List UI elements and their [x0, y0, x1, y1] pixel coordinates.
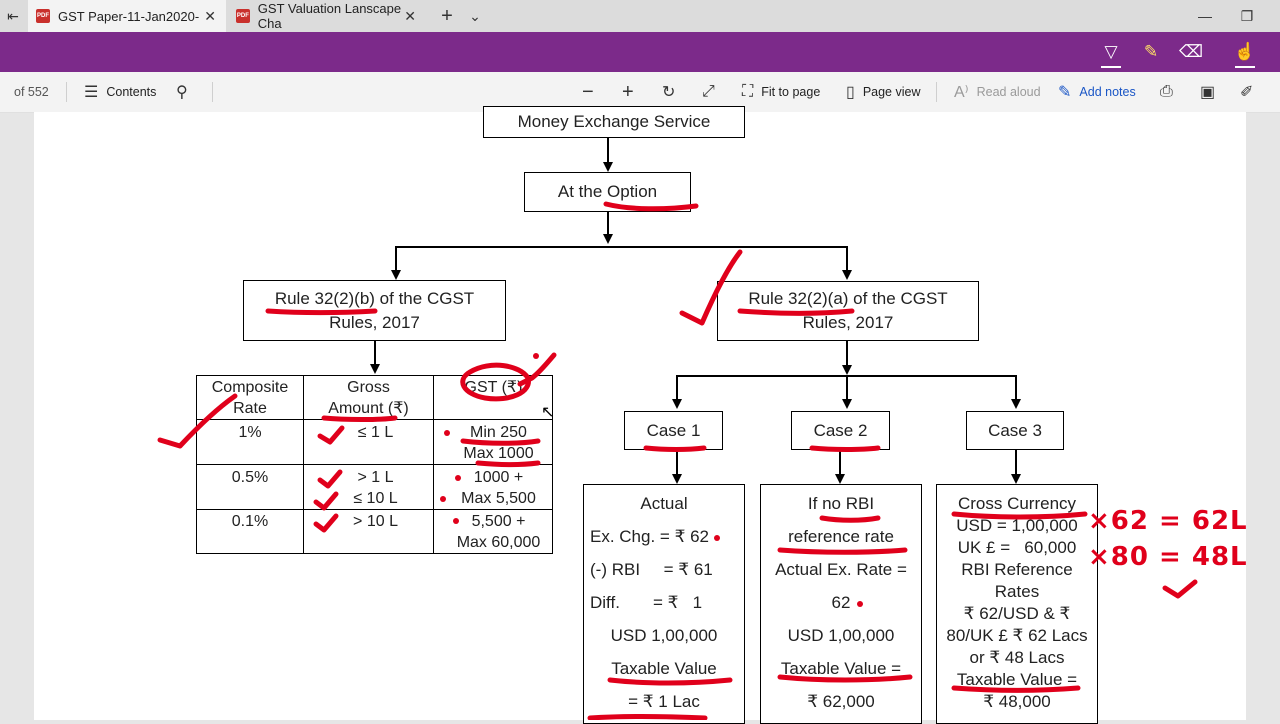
ink-tick	[313, 513, 339, 533]
ink-underline	[819, 515, 881, 523]
ink-tick	[157, 393, 238, 449]
ink-dot	[455, 475, 461, 481]
ink-tick	[317, 469, 343, 489]
ink-tick	[317, 425, 345, 445]
mouse-cursor-icon: ↖	[541, 404, 555, 421]
ink-underline	[951, 685, 1081, 693]
ink-dot	[857, 601, 863, 607]
ink-dot	[453, 518, 459, 524]
ink-tick	[313, 491, 339, 511]
ink-underline	[460, 438, 541, 446]
ink-underline	[587, 714, 708, 720]
ink-underline	[737, 308, 855, 316]
ink-underline	[321, 415, 398, 422]
ink-underline	[777, 674, 913, 683]
ink-underline	[265, 308, 378, 315]
ink-tick	[517, 352, 557, 387]
ink-underline	[643, 445, 707, 452]
ink-underline	[607, 677, 733, 686]
ink-underline	[777, 547, 908, 555]
ink-underline	[475, 460, 541, 467]
ink-dot	[714, 535, 720, 541]
ink-tick	[1162, 579, 1198, 599]
ink-dot	[533, 353, 539, 359]
ink-underline	[809, 445, 881, 452]
ink-underline	[951, 511, 1088, 520]
ink-underline	[603, 201, 699, 212]
ink-dot	[444, 430, 450, 436]
ink-tick	[679, 249, 743, 326]
ink-annotations	[157, 201, 1198, 720]
ink-dot	[440, 496, 446, 502]
